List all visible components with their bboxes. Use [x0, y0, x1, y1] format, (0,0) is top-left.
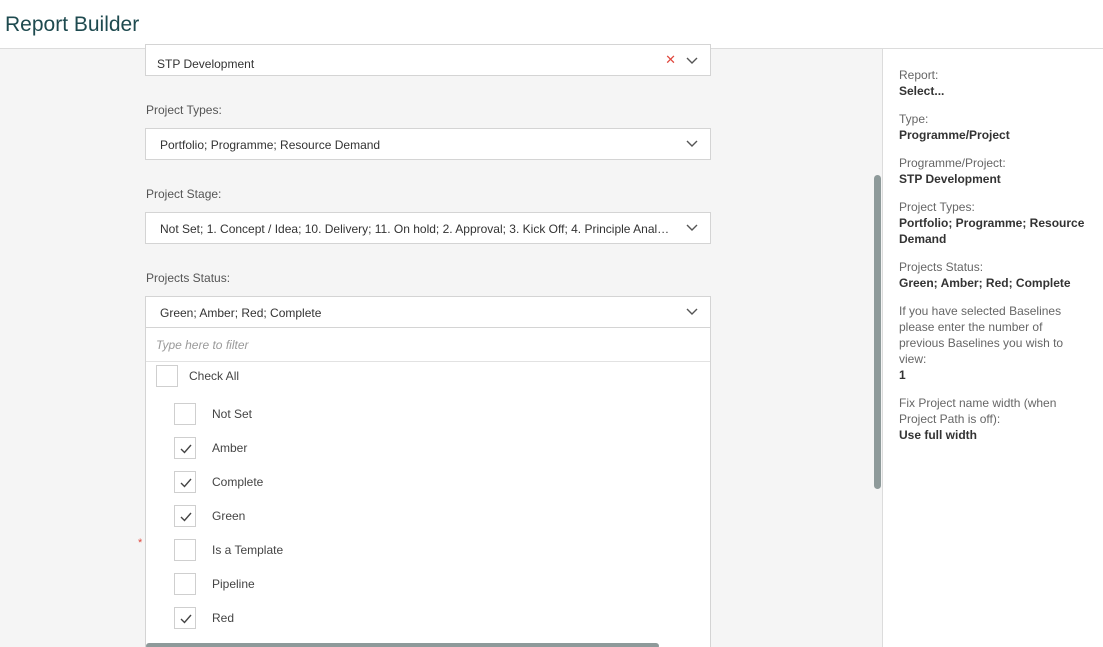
project-stage-label: Project Stage: — [146, 187, 222, 201]
summary-baselines-value: 1 — [899, 368, 906, 382]
summary-project-types: Project Types: Portfolio; Programme; Res… — [899, 199, 1087, 247]
summary-type: Type: Programme/Project — [899, 111, 1087, 143]
programme-select-value: STP Development — [157, 57, 255, 71]
summary-fix-width: Fix Project name width (when Project Pat… — [899, 395, 1087, 443]
summary-programme: Programme/Project: STP Development — [899, 155, 1087, 187]
checkmark-icon — [180, 614, 192, 624]
option-checkbox[interactable] — [174, 607, 196, 629]
summary-fix-width-label: Fix Project name width (when Project Pat… — [899, 396, 1057, 426]
summary-report: Report: Select... — [899, 67, 1087, 99]
summary-report-value: Select... — [899, 84, 945, 98]
summary-projects-status: Projects Status: Green; Amber; Red; Comp… — [899, 259, 1087, 291]
app-header: Report Builder — [0, 0, 1103, 49]
summary-project-types-value: Portfolio; Programme; Resource Demand — [899, 216, 1085, 246]
horizontal-scrollbar[interactable] — [146, 643, 659, 647]
scrollbar-thumb[interactable] — [874, 175, 881, 489]
programme-select[interactable]: STP Development ✕ — [145, 44, 711, 76]
option-label[interactable]: Is a Template — [212, 543, 283, 557]
vertical-scrollbar[interactable] — [871, 49, 883, 647]
projects-status-select[interactable]: Green; Amber; Red; Complete — [145, 296, 711, 328]
option-checkbox[interactable] — [174, 573, 196, 595]
summary-projects-status-value: Green; Amber; Red; Complete — [899, 276, 1071, 290]
option-checkbox[interactable] — [174, 403, 196, 425]
option-checkbox[interactable] — [174, 505, 196, 527]
option-label[interactable]: Not Set — [212, 407, 252, 421]
summary-projects-status-label: Projects Status: — [899, 260, 984, 274]
summary-panel: Report: Select... Type: Programme/Projec… — [883, 49, 1103, 647]
option-label[interactable]: Amber — [212, 441, 247, 455]
option-label[interactable]: Green — [212, 509, 245, 523]
option-label[interactable]: Pipeline — [212, 577, 255, 591]
summary-type-label: Type: — [899, 112, 929, 126]
page-title: Report Builder — [5, 13, 140, 36]
checkmark-icon — [180, 444, 192, 454]
project-types-label: Project Types: — [146, 103, 222, 117]
option-checkbox[interactable] — [174, 539, 196, 561]
summary-programme-label: Programme/Project: — [899, 156, 1006, 170]
checkmark-icon — [180, 478, 192, 488]
chevron-down-icon[interactable] — [686, 306, 698, 318]
chevron-down-icon[interactable] — [686, 55, 698, 67]
summary-project-types-label: Project Types: — [899, 200, 975, 214]
projects-status-label: Projects Status: — [146, 271, 231, 285]
checkmark-icon — [180, 512, 192, 522]
summary-report-label: Report: — [899, 68, 939, 82]
summary-baselines-label: If you have selected Baselines please en… — [899, 304, 1064, 366]
chevron-down-icon[interactable] — [686, 222, 698, 234]
filter-bar — [146, 328, 710, 362]
check-all-checkbox[interactable] — [156, 365, 178, 387]
filter-input[interactable] — [156, 336, 696, 354]
option-label[interactable]: Red — [212, 611, 234, 625]
project-stage-value: Not Set; 1. Concept / Idea; 10. Delivery… — [160, 222, 672, 236]
summary-type-value: Programme/Project — [899, 128, 1010, 142]
project-types-select[interactable]: Portfolio; Programme; Resource Demand — [145, 128, 711, 160]
option-checkbox[interactable] — [174, 437, 196, 459]
clear-icon[interactable]: ✕ — [665, 52, 676, 68]
summary-fix-width-value: Use full width — [899, 428, 977, 442]
option-label[interactable]: Complete — [212, 475, 263, 489]
check-all-label[interactable]: Check All — [189, 369, 239, 383]
project-stage-select[interactable]: Not Set; 1. Concept / Idea; 10. Delivery… — [145, 212, 711, 244]
projects-status-value: Green; Amber; Red; Complete — [160, 306, 322, 320]
summary-baselines: If you have selected Baselines please en… — [899, 303, 1087, 383]
option-checkbox[interactable] — [174, 471, 196, 493]
status-dropdown-list: Check All Not Set Amber Complete Green Is a … — [145, 328, 711, 647]
required-marker: * — [138, 537, 143, 549]
summary-programme-value: STP Development — [899, 172, 1001, 186]
project-types-value: Portfolio; Programme; Resource Demand — [160, 138, 381, 152]
chevron-down-icon[interactable] — [686, 138, 698, 150]
